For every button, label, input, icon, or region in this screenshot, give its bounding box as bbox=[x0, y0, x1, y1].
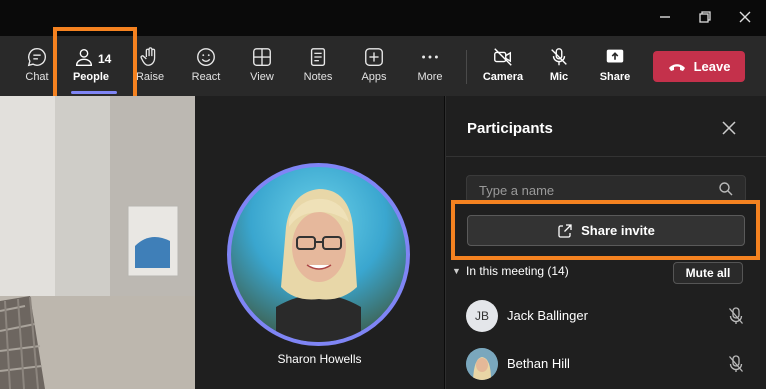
in-meeting-section-header[interactable]: ▼ In this meeting (14) Mute all bbox=[452, 262, 746, 284]
mic-muted-icon bbox=[729, 307, 743, 324]
minimize-icon[interactable] bbox=[653, 6, 677, 28]
raise-label: Raise bbox=[135, 71, 165, 83]
avatar bbox=[466, 348, 498, 380]
panel-divider bbox=[446, 156, 766, 157]
mic-label: Mic bbox=[549, 71, 569, 83]
avatar-initials: JB bbox=[474, 309, 489, 323]
share-screen-icon bbox=[606, 49, 624, 63]
hang-up-icon bbox=[668, 63, 685, 71]
speaker-photo bbox=[276, 189, 361, 342]
mic-off-icon bbox=[551, 48, 567, 66]
chat-label: Chat bbox=[25, 71, 49, 83]
camera-label: Camera bbox=[482, 71, 524, 83]
mic-muted-icon bbox=[729, 355, 743, 372]
participant-row[interactable]: Bethan Hill bbox=[466, 348, 746, 388]
notes-button[interactable]: Notes bbox=[296, 46, 340, 92]
participant-name: Bethan Hill bbox=[507, 356, 570, 371]
view-button[interactable]: View bbox=[240, 46, 284, 92]
participant-row[interactable]: JB Jack Ballinger bbox=[466, 300, 746, 340]
grid-view-icon bbox=[253, 48, 271, 66]
speaker-avatar bbox=[227, 163, 410, 346]
notes-icon bbox=[310, 48, 326, 66]
share-invite-highlight-box bbox=[451, 200, 760, 260]
more-button[interactable]: More bbox=[408, 46, 452, 92]
camera-off-icon bbox=[494, 48, 512, 66]
raise-hand-icon bbox=[140, 47, 156, 66]
view-label: View bbox=[250, 71, 274, 83]
restore-icon[interactable] bbox=[693, 6, 717, 28]
mute-all-button[interactable]: Mute all bbox=[673, 262, 743, 284]
speaker-name-label: Sharon Howells bbox=[277, 352, 362, 366]
smiley-icon bbox=[197, 48, 215, 66]
toolbar-divider bbox=[466, 50, 467, 84]
share-label: Share bbox=[599, 71, 631, 83]
leave-label: Leave bbox=[693, 59, 731, 74]
room-scene bbox=[0, 96, 195, 389]
panel-title: Participants bbox=[467, 120, 553, 137]
people-highlight-box bbox=[53, 27, 137, 105]
participant-search-input[interactable] bbox=[479, 180, 709, 200]
add-apps-icon bbox=[365, 48, 383, 66]
mic-button[interactable]: Mic bbox=[537, 46, 581, 92]
leave-button[interactable]: Leave bbox=[653, 51, 745, 82]
in-meeting-label: In this meeting (14) bbox=[466, 264, 569, 278]
chat-icon bbox=[27, 48, 46, 67]
notes-label: Notes bbox=[303, 71, 333, 83]
close-panel-icon[interactable] bbox=[719, 118, 739, 138]
participant-search-box bbox=[466, 175, 746, 203]
apps-button[interactable]: Apps bbox=[352, 46, 396, 92]
avatar: JB bbox=[466, 300, 498, 332]
search-icon[interactable] bbox=[718, 181, 734, 197]
more-label: More bbox=[417, 71, 443, 83]
camera-button[interactable]: Camera bbox=[481, 46, 525, 92]
share-button[interactable]: Share bbox=[593, 46, 637, 92]
participant-video-left bbox=[0, 96, 195, 389]
react-label: React bbox=[191, 71, 221, 83]
avatar-photo bbox=[466, 348, 498, 380]
collapse-caret-icon[interactable]: ▼ bbox=[452, 266, 461, 276]
react-button[interactable]: React bbox=[184, 46, 228, 92]
more-icon bbox=[422, 55, 438, 59]
participant-name: Jack Ballinger bbox=[507, 308, 588, 323]
close-window-icon[interactable] bbox=[733, 6, 757, 28]
mute-all-label: Mute all bbox=[685, 266, 731, 280]
apps-label: Apps bbox=[361, 71, 387, 83]
